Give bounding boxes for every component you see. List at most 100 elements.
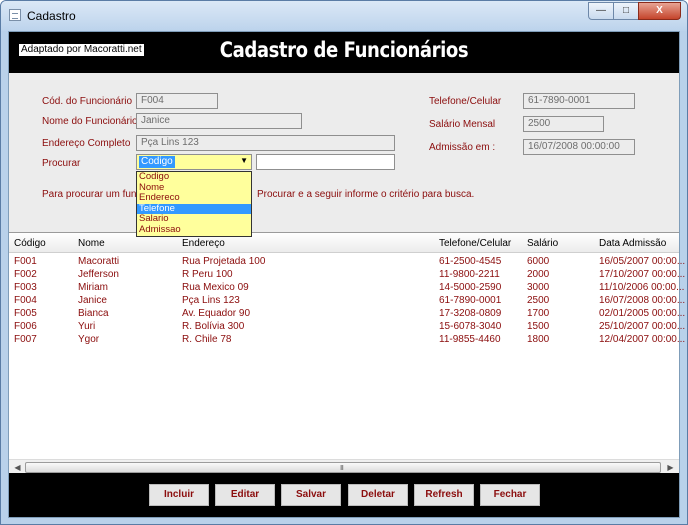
table-cell: 61-7890-0001 xyxy=(439,295,502,306)
refresh-button[interactable]: Refresh xyxy=(414,484,474,506)
fechar-button[interactable]: Fechar xyxy=(480,484,540,506)
table-cell: F005 xyxy=(14,308,37,319)
table-cell: F002 xyxy=(14,269,37,280)
table-cell: 1700 xyxy=(527,308,550,319)
table-row[interactable]: F002 Jefferson R Peru 100 11-9800-2211 2000 1… xyxy=(9,268,685,281)
table-cell: 16/07/2008 00:00... xyxy=(599,295,686,306)
table-cell: 16/05/2007 00:00... xyxy=(599,256,686,267)
table-cell: 3000 xyxy=(527,282,550,293)
column-header[interactable]: Salário xyxy=(527,238,558,249)
endereco-field[interactable]: Pça Lins 123 xyxy=(136,135,395,151)
table-cell: 1500 xyxy=(527,321,550,332)
admissao-field[interactable]: 16/07/2008 00:00:00 xyxy=(523,139,635,155)
procurar-dropdown-list: Codigo Nome Endereco Telefone Salario Ad… xyxy=(136,171,252,237)
dropdown-option[interactable]: Codigo xyxy=(137,172,251,183)
table-cell: Av. Equador 90 xyxy=(182,308,251,319)
page-title: Cadastro de Funcionários xyxy=(219,38,469,62)
procurar-selected-value: Codigo xyxy=(139,156,175,168)
nome-field[interactable]: Janice xyxy=(136,113,302,129)
search-input[interactable] xyxy=(256,154,395,170)
table-cell: 02/01/2005 00:00... xyxy=(599,308,686,319)
scroll-thumb[interactable]: III xyxy=(25,462,661,473)
employees-grid: Código Nome Endereço Telefone/Celular Sa… xyxy=(9,232,685,474)
admissao-label: Admissão em : xyxy=(429,142,496,153)
form-client-area: Adaptado por Macoratti.net Cadastro de F… xyxy=(8,31,685,518)
column-header[interactable]: Nome xyxy=(78,238,105,249)
salvar-button[interactable]: Salvar xyxy=(281,484,341,506)
app-window: Cadastro — □ X Adaptado por Macoratti.ne… xyxy=(0,0,688,525)
table-cell: Pça Lins 123 xyxy=(182,295,240,306)
dropdown-option[interactable]: Salario xyxy=(137,214,251,225)
telefone-field[interactable]: 61-7890-0001 xyxy=(523,93,635,109)
grip-icon: III xyxy=(340,465,344,472)
title-bar[interactable]: Cadastro — □ X xyxy=(1,1,687,31)
table-cell: Bianca xyxy=(78,308,109,319)
table-cell: 11-9800-2211 xyxy=(439,269,500,280)
window-app-icon xyxy=(9,9,21,21)
column-header[interactable]: Data Admissão xyxy=(599,238,666,249)
table-cell: R. Chile 78 xyxy=(182,334,232,345)
table-cell: 2500 xyxy=(527,295,550,306)
table-cell: Ygor xyxy=(78,334,100,345)
table-cell: 25/10/2007 00:00... xyxy=(599,321,686,332)
table-cell: F001 xyxy=(14,256,37,267)
dropdown-option[interactable]: Admissao xyxy=(137,224,251,236)
column-header[interactable]: Endereço xyxy=(182,238,225,249)
table-cell: Rua Projetada 100 xyxy=(182,256,266,267)
table-cell: F004 xyxy=(14,295,37,306)
table-row[interactable]: F003 Miriam Rua Mexico 09 14-5000-2590 3000 1… xyxy=(9,281,684,294)
button-bar: Incluir Editar Salvar Deletar Refresh Fe… xyxy=(9,473,679,517)
header-banner: Adaptado por Macoratti.net Cadastro de F… xyxy=(9,32,679,73)
table-cell: 15-6078-3040 xyxy=(439,321,502,332)
incluir-button[interactable]: Incluir xyxy=(149,484,209,506)
table-row[interactable]: F007 Ygor R. Chile 78 11-9855-4460 1800 12/04… xyxy=(9,333,685,346)
table-row[interactable]: F005 Bianca Av. Equador 90 17-3208-0809 1700… xyxy=(9,307,685,320)
cod-field[interactable]: F004 xyxy=(136,93,218,109)
close-button[interactable]: X xyxy=(638,2,681,20)
table-cell: Jefferson xyxy=(78,269,119,280)
cod-label: Cód. do Funcionário xyxy=(42,96,133,107)
procurar-select[interactable]: Codigo ▼ xyxy=(136,154,252,170)
dropdown-option[interactable]: Endereco xyxy=(137,193,251,204)
table-cell: 11-9855-4460 xyxy=(439,334,501,345)
table-cell: 14-5000-2590 xyxy=(439,282,502,293)
deletar-button[interactable]: Deletar xyxy=(348,484,408,506)
table-row[interactable]: F001 Macoratti Rua Projetada 100 61-2500-45… xyxy=(9,255,685,268)
table-cell: F007 xyxy=(14,334,37,345)
chevron-down-icon[interactable]: ▼ xyxy=(240,156,248,165)
table-cell: Miriam xyxy=(78,282,108,293)
salario-label: Salário Mensal xyxy=(429,119,496,130)
procurar-label: Procurar xyxy=(42,158,81,169)
table-cell: 17/10/2007 00:00... xyxy=(599,269,686,280)
minimize-button[interactable]: — xyxy=(588,2,614,20)
horizontal-scrollbar[interactable]: ◀ III ▶ xyxy=(9,459,679,474)
table-cell: Macoratti xyxy=(78,256,120,267)
table-cell: 61-2500-4545 xyxy=(439,256,502,267)
table-cell: R Peru 100 xyxy=(182,269,233,280)
hint-text-right: Procurar e a seguir informe o critério p… xyxy=(257,189,475,200)
endereco-label: Endereço Completo xyxy=(42,138,131,149)
table-cell: Yuri xyxy=(78,321,96,332)
table-cell: 17-3208-0809 xyxy=(439,308,502,319)
grid-header: Código Nome Endereço Telefone/Celular Sa… xyxy=(9,233,679,253)
table-cell: 2000 xyxy=(527,269,550,280)
column-header[interactable]: Telefone/Celular xyxy=(439,238,511,249)
table-cell: F006 xyxy=(14,321,37,332)
table-row[interactable]: F004 Janice Pça Lins 123 61-7890-0001 2500 16… xyxy=(9,294,685,307)
table-cell: Janice xyxy=(78,295,107,306)
table-cell: 12/04/2007 00:00... xyxy=(599,334,686,345)
table-row[interactable]: F006 Yuri R. Bolívia 300 15-6078-3040 1500 25… xyxy=(9,320,685,333)
table-cell: R. Bolívia 300 xyxy=(182,321,245,332)
column-header[interactable]: Código xyxy=(14,238,46,249)
telefone-label: Telefone/Celular xyxy=(429,96,502,107)
window-controls: — □ X xyxy=(588,2,681,20)
table-cell: 6000 xyxy=(527,256,550,267)
table-cell: 1800 xyxy=(527,334,550,345)
nome-label: Nome do Funcionário xyxy=(42,116,138,127)
salario-field[interactable]: 2500 xyxy=(523,116,604,132)
table-cell: F003 xyxy=(14,282,37,293)
table-cell: 11/10/2006 00:00... xyxy=(599,282,685,293)
window-title: Cadastro xyxy=(27,9,76,23)
maximize-button[interactable]: □ xyxy=(613,2,639,20)
editar-button[interactable]: Editar xyxy=(215,484,275,506)
